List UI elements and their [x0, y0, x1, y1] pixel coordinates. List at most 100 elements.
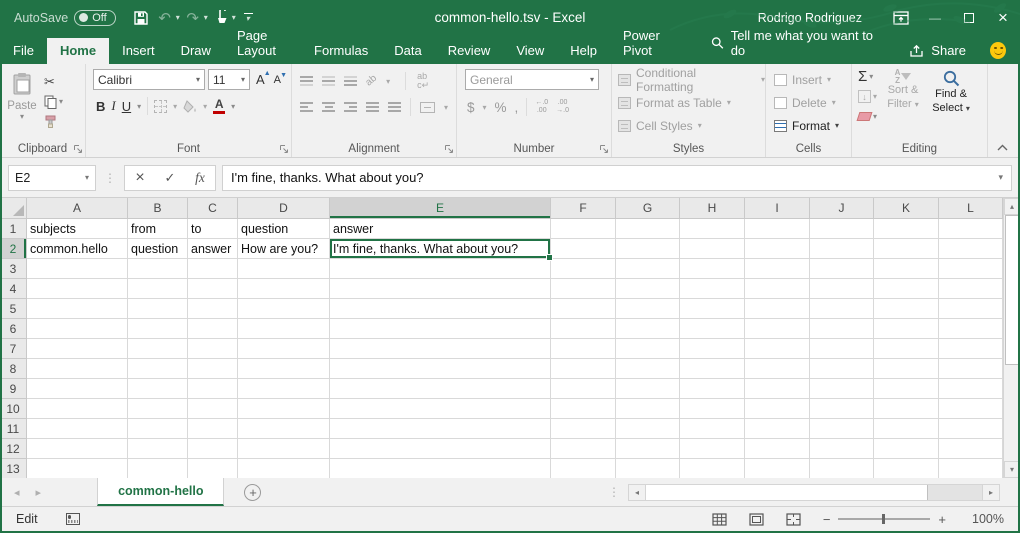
cell-C4[interactable]: [188, 279, 238, 299]
zoom-in-button[interactable]: +: [938, 512, 946, 527]
cell-L5[interactable]: [939, 299, 1003, 319]
cell-F12[interactable]: [551, 439, 616, 459]
cell-B7[interactable]: [128, 339, 188, 359]
cell-G1[interactable]: [616, 219, 680, 239]
cell-D8[interactable]: [238, 359, 330, 379]
cell-D12[interactable]: [238, 439, 330, 459]
number-format-combo[interactable]: General ▾: [465, 69, 599, 90]
cell-G10[interactable]: [616, 399, 680, 419]
horizontal-scrollbar[interactable]: ◂ ▸: [628, 484, 1000, 501]
align-bottom-button[interactable]: [344, 76, 357, 86]
cell-E10[interactable]: [330, 399, 551, 419]
cell-B1[interactable]: from: [128, 219, 188, 239]
column-header-D[interactable]: D: [238, 198, 330, 219]
cell-D2[interactable]: How are you?: [238, 239, 330, 259]
zoom-out-button[interactable]: −: [823, 512, 831, 527]
cell-K9[interactable]: [874, 379, 939, 399]
cell-J1[interactable]: [810, 219, 874, 239]
cell-G6[interactable]: [616, 319, 680, 339]
cell-B8[interactable]: [128, 359, 188, 379]
cell-F2[interactable]: [551, 239, 616, 259]
cell-H13[interactable]: [680, 459, 745, 478]
row-header-2[interactable]: 2: [0, 239, 27, 259]
cell-C13[interactable]: [188, 459, 238, 478]
row-header-4[interactable]: 4: [0, 279, 27, 299]
ribbon-tab-data[interactable]: Data: [381, 38, 434, 64]
font-family-combo[interactable]: Calibri ▾: [93, 69, 205, 90]
cell-E9[interactable]: [330, 379, 551, 399]
cell-L10[interactable]: [939, 399, 1003, 419]
cell-J4[interactable]: [810, 279, 874, 299]
underline-dropdown-icon[interactable]: ▾: [137, 102, 141, 111]
ribbon-tab-insert[interactable]: Insert: [109, 38, 168, 64]
ribbon-tab-formulas[interactable]: Formulas: [301, 38, 381, 64]
cell-D9[interactable]: [238, 379, 330, 399]
undo-dropdown-icon[interactable]: ▾: [176, 14, 180, 22]
cell-K1[interactable]: [874, 219, 939, 239]
decrease-indent-button[interactable]: [366, 102, 379, 112]
cell-H5[interactable]: [680, 299, 745, 319]
paste-dropdown-icon[interactable]: ▾: [20, 112, 24, 121]
cell-L4[interactable]: [939, 279, 1003, 299]
cell-J12[interactable]: [810, 439, 874, 459]
increase-indent-button[interactable]: [388, 102, 401, 112]
cell-E4[interactable]: [330, 279, 551, 299]
cell-I7[interactable]: [745, 339, 810, 359]
zoom-level[interactable]: 100%: [968, 512, 1004, 526]
cancel-entry-button[interactable]: ×: [125, 169, 155, 187]
ribbon-tab-view[interactable]: View: [503, 38, 557, 64]
cell-J2[interactable]: [810, 239, 874, 259]
cell-A10[interactable]: [27, 399, 128, 419]
next-sheet-button[interactable]: ▸: [36, 486, 42, 499]
maximize-button[interactable]: [952, 0, 986, 35]
cell-E2[interactable]: I'm fine, thanks. What about you?: [330, 239, 551, 259]
increase-decimal-button[interactable]: ←.0 .00: [535, 99, 548, 115]
cell-K10[interactable]: [874, 399, 939, 419]
format-cells-button[interactable]: Format ▾: [774, 114, 851, 137]
cell-K13[interactable]: [874, 459, 939, 478]
row-header-7[interactable]: 7: [0, 339, 27, 359]
enter-entry-button[interactable]: ✓: [155, 170, 185, 186]
horizontal-scroll-thumb[interactable]: [646, 485, 928, 500]
cell-D1[interactable]: question: [238, 219, 330, 239]
cell-A11[interactable]: [27, 419, 128, 439]
ribbon-tab-page-layout[interactable]: Page Layout: [224, 23, 301, 64]
ribbon-tab-power-pivot[interactable]: Power Pivot: [610, 23, 685, 64]
cell-I10[interactable]: [745, 399, 810, 419]
cell-G9[interactable]: [616, 379, 680, 399]
bold-button[interactable]: B: [96, 99, 105, 114]
cell-G2[interactable]: [616, 239, 680, 259]
cell-H2[interactable]: [680, 239, 745, 259]
row-header-3[interactable]: 3: [0, 259, 27, 279]
underline-button[interactable]: U: [122, 99, 131, 114]
cell-C10[interactable]: [188, 399, 238, 419]
cell-K6[interactable]: [874, 319, 939, 339]
copy-dropdown-icon[interactable]: ▾: [59, 97, 63, 106]
ribbon-tab-file[interactable]: File: [0, 38, 47, 64]
redo-dropdown-icon[interactable]: ▾: [204, 14, 208, 22]
column-header-F[interactable]: F: [551, 198, 616, 219]
cell-B6[interactable]: [128, 319, 188, 339]
cell-I12[interactable]: [745, 439, 810, 459]
cell-E7[interactable]: [330, 339, 551, 359]
cell-A7[interactable]: [27, 339, 128, 359]
cell-A1[interactable]: subjects: [27, 219, 128, 239]
cell-C5[interactable]: [188, 299, 238, 319]
cell-G3[interactable]: [616, 259, 680, 279]
cell-J3[interactable]: [810, 259, 874, 279]
cell-B5[interactable]: [128, 299, 188, 319]
cell-H3[interactable]: [680, 259, 745, 279]
font-color-dropdown-icon[interactable]: ▾: [231, 102, 235, 111]
fill-button[interactable]: ↓▾: [858, 88, 877, 105]
row-header-8[interactable]: 8: [0, 359, 27, 379]
cell-G7[interactable]: [616, 339, 680, 359]
cell-G5[interactable]: [616, 299, 680, 319]
cell-H6[interactable]: [680, 319, 745, 339]
touch-mode-dropdown-icon[interactable]: ▾: [232, 14, 236, 22]
sheetbar-splitter[interactable]: ⋮: [608, 485, 628, 499]
cell-F5[interactable]: [551, 299, 616, 319]
cell-H8[interactable]: [680, 359, 745, 379]
cell-F8[interactable]: [551, 359, 616, 379]
row-header-11[interactable]: 11: [0, 419, 27, 439]
scroll-left-button[interactable]: ◂: [629, 485, 646, 500]
